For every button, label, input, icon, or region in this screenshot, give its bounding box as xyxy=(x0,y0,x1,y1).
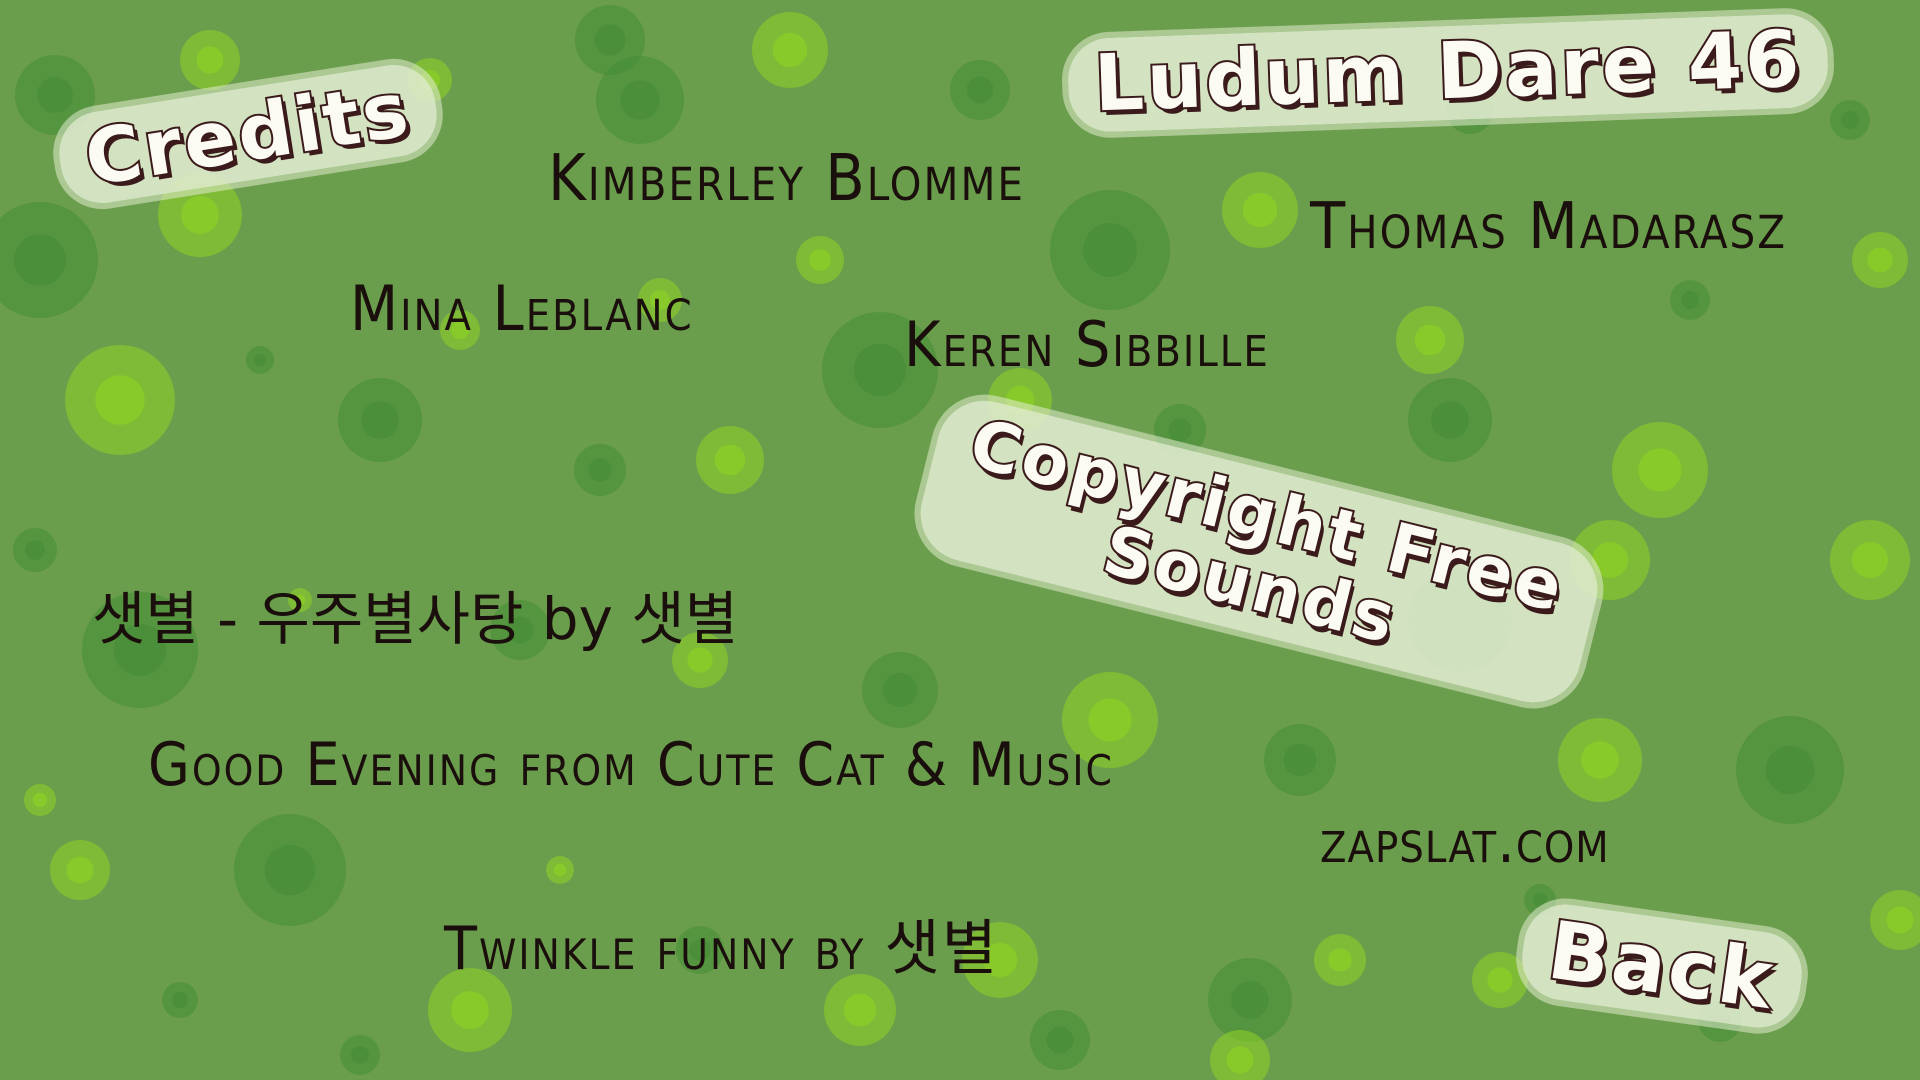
bubble-core xyxy=(553,863,567,877)
credit-name-kimberley: Kimberley Blomme xyxy=(548,142,1025,216)
bubble-core xyxy=(1852,542,1888,578)
bubble-core xyxy=(882,672,918,708)
bubble-core xyxy=(1841,111,1859,129)
bubble-core xyxy=(1414,324,1446,356)
bubble-core xyxy=(1242,192,1278,228)
bubble-core xyxy=(1283,743,1317,777)
bubble-core xyxy=(361,401,399,439)
bubble-core xyxy=(1046,1026,1074,1054)
bubble-core xyxy=(351,1046,369,1064)
music-credit-1: 샛별 - 우주별사탕 by 샛별 xyxy=(92,585,739,653)
bubble-core xyxy=(66,856,94,884)
bubble-core xyxy=(264,844,316,896)
bubble-core xyxy=(853,343,907,397)
bubble-core xyxy=(1638,448,1682,492)
bubble-core xyxy=(181,196,219,234)
bubble-core xyxy=(1168,418,1192,442)
credit-name-thomas: Thomas Madarasz xyxy=(1310,190,1787,264)
bubble-core xyxy=(772,32,808,68)
bubble-core xyxy=(1681,291,1699,309)
bubble-core xyxy=(588,458,612,482)
bubble-core xyxy=(1083,223,1137,277)
sound-source-site: zapslat.com xyxy=(1320,804,1610,877)
bubble-core xyxy=(1226,1046,1254,1074)
bubble-core xyxy=(95,375,145,425)
bubble-core xyxy=(594,24,626,56)
bubble-core xyxy=(843,993,877,1027)
bubble-core xyxy=(13,233,67,287)
bubble-core xyxy=(253,353,267,367)
bubble-core xyxy=(1765,745,1815,795)
credit-name-mina: Mina Leblanc xyxy=(350,272,694,345)
bubble-core xyxy=(966,76,994,104)
music-credit-3: Twinkle funny by 샛별 xyxy=(444,914,999,984)
bubble-core xyxy=(1867,247,1893,273)
bubble-core xyxy=(451,991,489,1029)
bubble-core xyxy=(1328,948,1352,972)
credit-name-keren: Keren Sibbille xyxy=(904,308,1270,381)
bubble-core xyxy=(1581,741,1619,779)
bubble-core xyxy=(32,792,48,808)
bubble-core xyxy=(196,46,224,74)
bubble-core xyxy=(809,249,831,271)
bubble-core xyxy=(25,540,45,560)
bubble-core xyxy=(1592,542,1628,578)
bubble-core xyxy=(1487,967,1513,993)
bubble-core xyxy=(1532,892,1548,908)
bubble-core xyxy=(714,444,746,476)
bubble-core xyxy=(171,991,189,1009)
bubble-core xyxy=(1886,906,1914,934)
bubble-core xyxy=(620,80,660,120)
bubble-core xyxy=(1431,401,1469,439)
bubble-core xyxy=(1231,981,1269,1019)
bubble-core xyxy=(37,77,73,113)
music-credit-2: Good Evening from Cute Cat & Music xyxy=(148,730,1114,800)
